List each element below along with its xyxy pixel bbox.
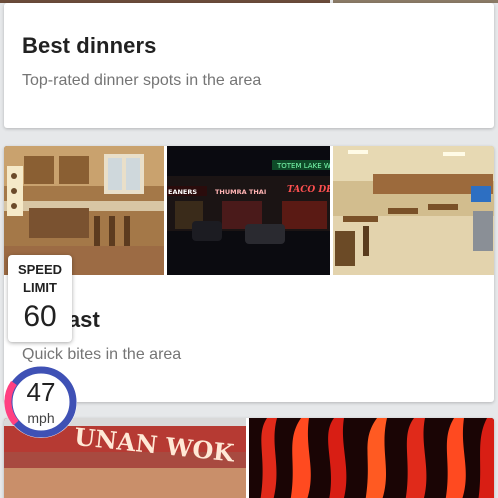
speed-limit-label: LIMIT <box>23 280 57 295</box>
card-title: Best dinners <box>22 33 157 58</box>
sign-taco-del-mar: TACO DEL M <box>287 185 330 195</box>
speed-limit-sign: SPEED LIMIT 60 <box>8 255 72 342</box>
speed-limit-label: SPEED <box>17 262 63 277</box>
sign-cleaners: EANERS <box>168 188 197 196</box>
card-subtitle: Top-rated dinner spots in the area <box>22 72 262 89</box>
photo-night-storefronts[interactable]: TOTEM LAKE W EANERS THUMRA THAI TACO DEL… <box>167 146 330 275</box>
photo-dining-room[interactable] <box>333 146 494 275</box>
photo-flame-art[interactable] <box>249 418 494 498</box>
current-speed-value: 47 <box>26 377 56 407</box>
sign-thumra-thai: THUMRA THAI <box>215 188 266 196</box>
card-best-dinners[interactable]: Best dinners Top-rated dinner spots in t… <box>4 3 494 128</box>
card-subtitle: Quick bites in the area <box>22 346 182 363</box>
sign-totem-lake: TOTEM LAKE W <box>276 162 330 170</box>
speed-unit: mph <box>27 410 55 426</box>
speedometer: 47 mph <box>2 363 80 441</box>
speed-limit-value: 60 <box>23 300 57 333</box>
